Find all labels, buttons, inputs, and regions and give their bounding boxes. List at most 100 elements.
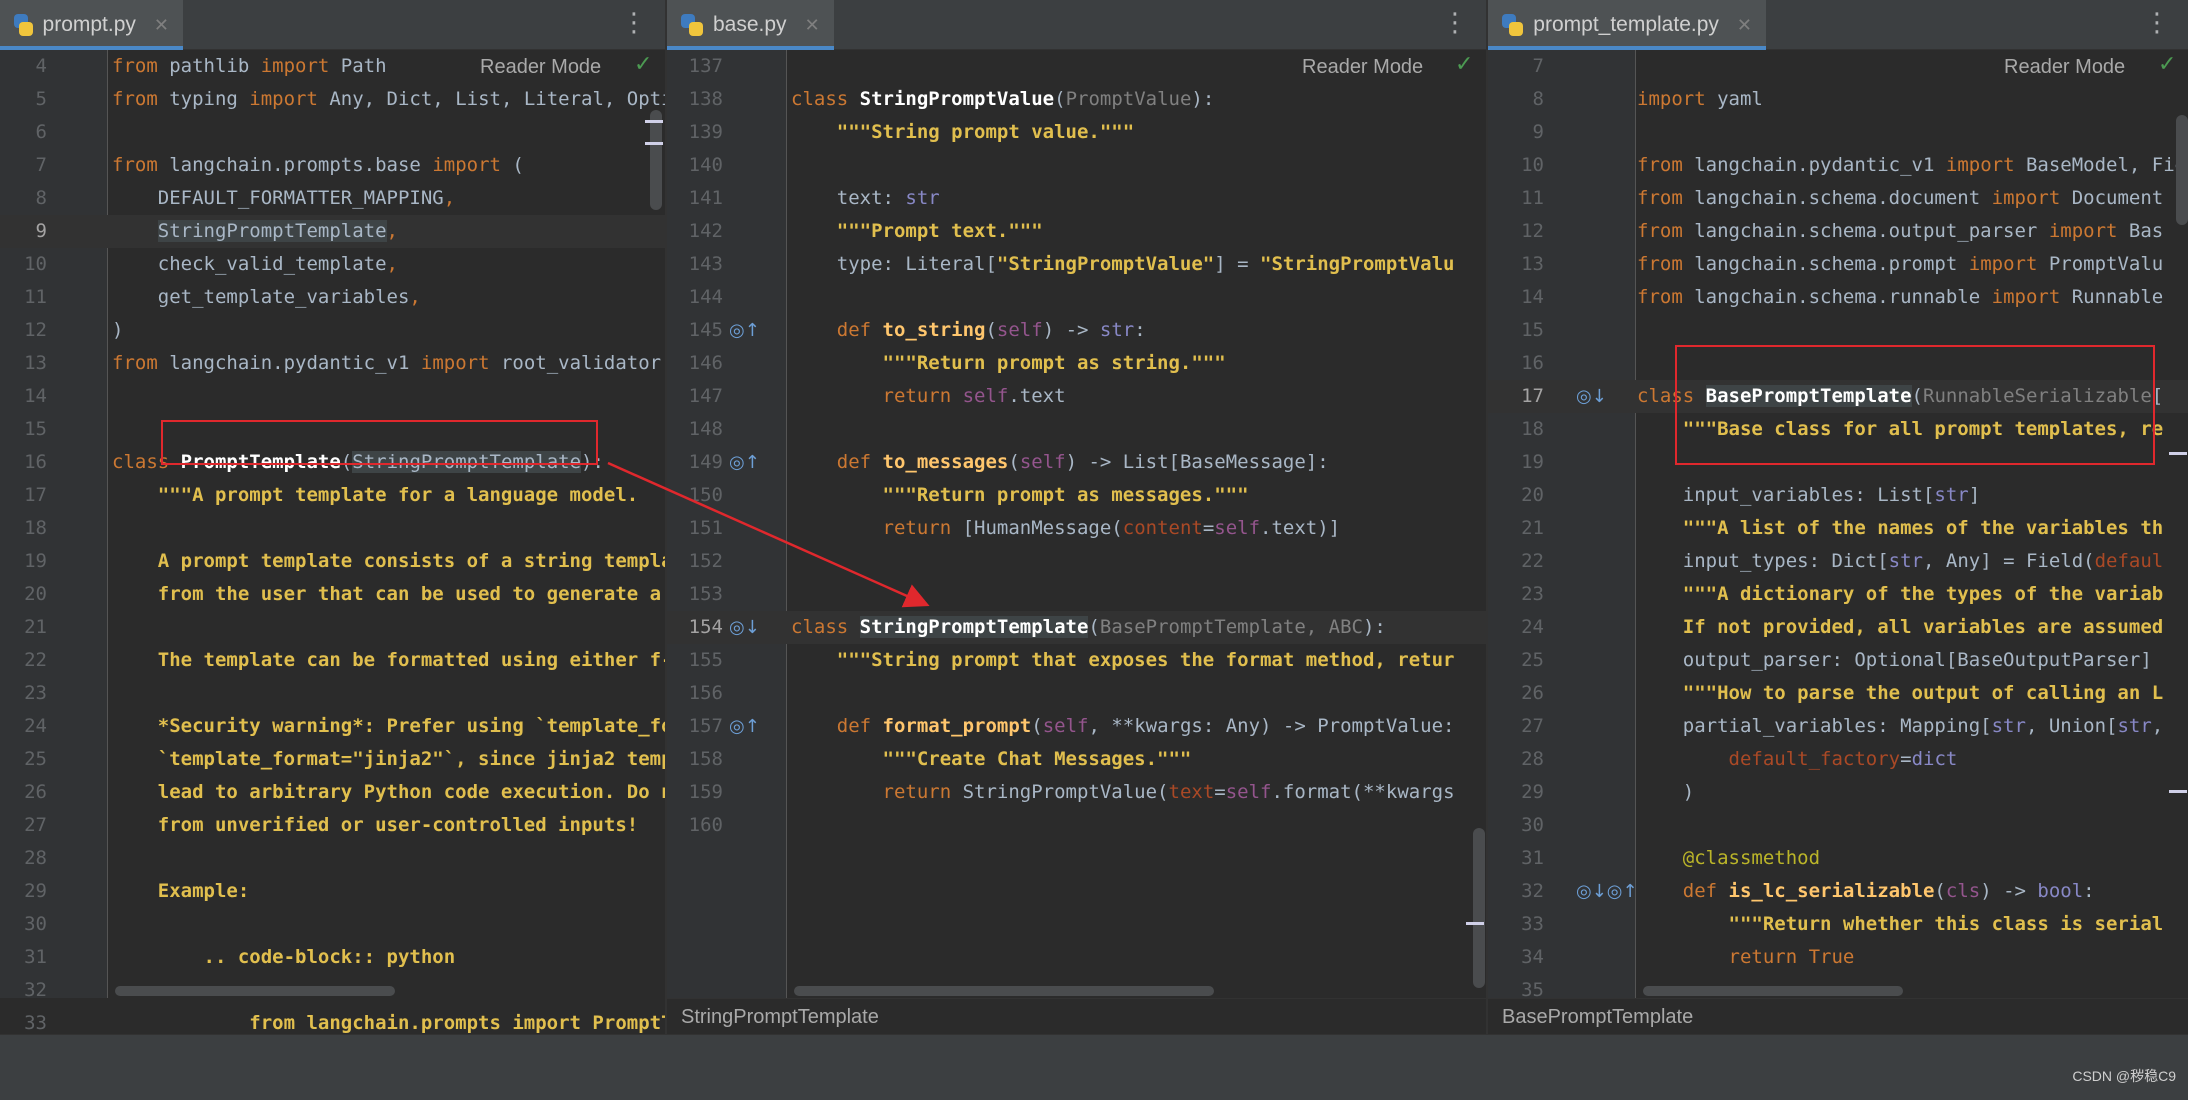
code-line[interactable]: 14 [0,380,665,413]
line-number[interactable]: 30 [1488,809,1544,842]
code-text[interactable]: lead to arbitrary Python code execution.… [112,776,665,809]
code-text[interactable]: return True [1637,941,1855,974]
line-number[interactable]: 145 [667,314,723,347]
code-line[interactable]: 10 from langchain.pydantic_v1 import Base… [1488,149,2188,182]
code-text[interactable]: output_parser: Optional[BaseOutputParser… [1637,644,2152,677]
line-number[interactable]: 19 [1488,446,1544,479]
line-number[interactable]: 156 [667,677,723,710]
code-text[interactable]: """A dictionary of the types of the vari… [1637,578,2163,611]
line-number[interactable]: 27 [1488,710,1544,743]
code-text[interactable]: `template_format="jinja2"`, since jinja2… [112,743,665,776]
code-line[interactable]: 33 from langchain.prompts import PromptT… [0,1007,665,1034]
line-number[interactable]: 17 [1488,380,1544,413]
line-number[interactable]: 152 [667,545,723,578]
code-text[interactable]: .. code-block:: python [112,941,456,974]
tab-base-py[interactable]: base.py ✕ [667,0,834,50]
line-number[interactable]: 143 [667,248,723,281]
code-line[interactable]: 151 return [HumanMessage(content=self.te… [667,512,1486,545]
code-line[interactable]: 33 """Return whether this class is seria… [1488,908,2188,941]
line-number[interactable]: 29 [1488,776,1544,809]
code-text[interactable]: """Prompt text.""" [791,215,1043,248]
code-text[interactable]: from pathlib import Path [112,50,387,83]
code-text[interactable]: """A prompt template for a language mode… [112,479,638,512]
line-number[interactable]: 154 [667,611,723,644]
code-text[interactable]: The template can be formatted using eith… [112,644,665,677]
code-line[interactable]: 13 from langchain.pydantic_v1 import root… [0,347,665,380]
line-number[interactable]: 13 [0,347,47,380]
code-line[interactable]: 149 ◎↑ def to_messages(self) -> List[Base… [667,446,1486,479]
code-line[interactable]: 11 get_template_variables, [0,281,665,314]
code-text[interactable]: input_types: Dict[str, Any] = Field(defa… [1637,545,2163,578]
line-number[interactable]: 14 [1488,281,1544,314]
line-number[interactable]: 26 [1488,677,1544,710]
code-lines[interactable]: 4 from pathlib import Path 5 from typing im… [0,50,665,1034]
code-text[interactable]: return [HumanMessage(content=self.text)] [791,512,1341,545]
line-number[interactable]: 146 [667,347,723,380]
code-text[interactable]: type: Literal["StringPromptValue"] = "St… [791,248,1455,281]
line-number[interactable]: 25 [0,743,47,776]
code-line[interactable]: 26 lead to arbitrary Python code executi… [0,776,665,809]
code-line[interactable]: 158 """Create Chat Messages.""" [667,743,1486,776]
code-line[interactable]: 155 """String prompt that exposes the fo… [667,644,1486,677]
code-line[interactable]: 148 [667,413,1486,446]
line-number[interactable]: 142 [667,215,723,248]
code-text[interactable]: return StringPromptValue(text=self.forma… [791,776,1455,809]
code-text[interactable]: """A list of the names of the variables … [1637,512,2163,545]
code-text[interactable]: StringPromptTemplate, [112,215,398,248]
line-number[interactable]: 19 [0,545,47,578]
line-number[interactable]: 148 [667,413,723,446]
line-number[interactable]: 16 [1488,347,1544,380]
line-number[interactable]: 31 [0,941,47,974]
code-line[interactable]: 159 return StringPromptValue(text=self.f… [667,776,1486,809]
gutter-navigation-icon[interactable]: ◎↑ [729,446,760,479]
code-line[interactable]: 141 text: str [667,182,1486,215]
line-number[interactable]: 32 [1488,875,1544,908]
code-line[interactable]: 29 Example: [0,875,665,908]
code-line[interactable]: 23 [0,677,665,710]
code-line[interactable]: 4 from pathlib import Path [0,50,665,83]
code-line[interactable]: 32 ◎↓◎↑ def is_lc_serializable(cls) -> bo… [1488,875,2188,908]
code-line[interactable]: 14 from langchain.schema.runnable import … [1488,281,2188,314]
code-text[interactable]: """Return prompt as messages.""" [791,479,1249,512]
breadcrumb[interactable]: BasePromptTemplate [1488,998,2188,1034]
code-line[interactable]: 9 [1488,116,2188,149]
code-lines[interactable]: 7 8 import yaml 9 10 from langchain.pydantic_… [1488,50,2188,1007]
line-number[interactable]: 33 [1488,908,1544,941]
code-line[interactable]: 15 [1488,314,2188,347]
line-number[interactable]: 159 [667,776,723,809]
code-text[interactable]: DEFAULT_FORMATTER_MAPPING, [112,182,455,215]
code-text[interactable]: """Return whether this class is serial [1637,908,2164,941]
line-number[interactable]: 8 [1488,83,1544,116]
line-number[interactable]: 26 [0,776,47,809]
line-number[interactable]: 149 [667,446,723,479]
line-number[interactable]: 141 [667,182,723,215]
code-text[interactable]: input_variables: List[str] [1637,479,1980,512]
code-line[interactable]: 34 return True [1488,941,2188,974]
code-text[interactable]: If not provided, all variables are assum… [1637,611,2163,644]
breadcrumb[interactable]: StringPromptTemplate [667,998,1486,1034]
line-number[interactable]: 5 [0,83,47,116]
code-line[interactable]: 12 from langchain.schema.output_parser im… [1488,215,2188,248]
horizontal-scrollbar[interactable] [1643,986,1903,996]
code-line[interactable]: 145 ◎↑ def to_string(self) -> str: [667,314,1486,347]
code-text[interactable]: from langchain.schema.document import Do… [1637,182,2163,215]
line-number[interactable]: 4 [0,50,47,83]
line-number[interactable]: 23 [1488,578,1544,611]
code-line[interactable]: 8 import yaml [1488,83,2188,116]
line-number[interactable]: 12 [1488,215,1544,248]
code-text[interactable]: """How to parse the output of calling an… [1637,677,2163,710]
code-line[interactable]: 21 [0,611,665,644]
code-line[interactable]: 23 """A dictionary of the types of the v… [1488,578,2188,611]
code-text[interactable]: """Return prompt as string.""" [791,347,1226,380]
code-line[interactable]: 143 type: Literal["StringPromptValue"] =… [667,248,1486,281]
code-text[interactable]: def format_prompt(self, **kwargs: Any) -… [791,710,1455,743]
code-text[interactable]: return self.text [791,380,1066,413]
line-number[interactable]: 24 [1488,611,1544,644]
line-number[interactable]: 155 [667,644,723,677]
gutter-navigation-icon[interactable]: ◎↓ [729,611,760,644]
horizontal-scrollbar[interactable] [115,986,395,996]
editor-pane-prompt-template[interactable]: prompt_template.py ✕ ⋮ Reader Mode ✓ 78i… [1488,0,2188,1034]
line-number[interactable]: 21 [1488,512,1544,545]
line-number[interactable]: 25 [1488,644,1544,677]
gutter-navigation-icon[interactable]: ◎↓ [1576,380,1607,413]
